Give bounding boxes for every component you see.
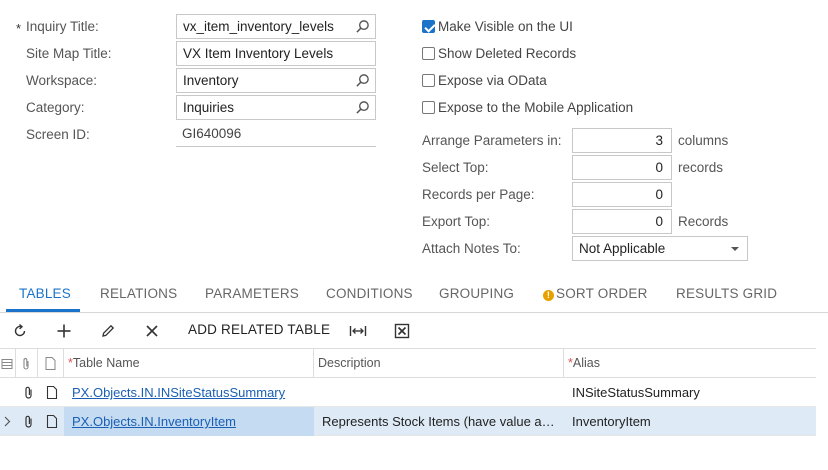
chevron-right-icon (4, 416, 11, 427)
description-header[interactable]: Description (314, 349, 564, 378)
grid-settings-icon (1, 359, 13, 369)
site-map-title-field[interactable]: VX Item Inventory Levels (176, 41, 376, 66)
show-deleted-label: Show Deleted Records (438, 46, 577, 61)
table-name-header[interactable]: *Table Name (64, 349, 314, 378)
export-excel-button[interactable] (390, 320, 414, 342)
edit-button[interactable] (96, 320, 120, 342)
tab-conditions[interactable]: CONDITIONS (326, 286, 413, 301)
plus-icon (57, 324, 71, 338)
tab-bar: TABLES RELATIONS PARAMETERS CONDITIONS G… (0, 276, 828, 313)
add-row-button[interactable] (52, 320, 76, 342)
expose-odata-label: Expose via OData (438, 73, 547, 88)
screen-id-field: GI640096 (176, 122, 376, 147)
arrange-params-unit: columns (678, 133, 729, 148)
export-top-value: 0 (655, 214, 663, 229)
tab-sort-order-label: SORT ORDER (556, 286, 648, 301)
tab-relations[interactable]: RELATIONS (100, 286, 177, 301)
search-icon[interactable] (355, 73, 370, 88)
paperclip-icon[interactable] (23, 386, 35, 399)
x-icon (146, 325, 158, 337)
required-marker: * (16, 21, 22, 36)
document-icon (45, 357, 56, 370)
category-value: Inquiries (183, 100, 235, 115)
inquiry-title-label: Inquiry Title: (26, 19, 99, 34)
attach-notes-select[interactable]: Not Applicable (572, 236, 748, 261)
make-visible-checkbox[interactable] (422, 20, 435, 33)
records-per-page-value: 0 (655, 187, 663, 202)
category-label: Category: (26, 100, 85, 115)
description-cell[interactable]: Represents Stock Items (have value a… (322, 407, 558, 436)
workspace-label: Workspace: (26, 73, 98, 88)
refresh-icon (14, 323, 26, 337)
alias-cell[interactable]: INSiteStatusSummary (572, 378, 812, 407)
fit-width-button[interactable] (346, 320, 370, 342)
paperclip-icon[interactable] (23, 415, 35, 428)
inquiry-title-value: vx_item_inventory_levels (183, 19, 334, 34)
grid-header: *Table Name Description *Alias (0, 348, 816, 378)
table-row[interactable]: PX.Objects.IN.InventoryItem Represents S… (0, 407, 816, 436)
records-per-page-label: Records per Page: (422, 187, 535, 202)
excel-export-icon (394, 323, 410, 339)
search-icon[interactable] (355, 19, 370, 34)
pencil-icon (102, 324, 115, 337)
export-top-label: Export Top: (422, 214, 491, 229)
export-top-input[interactable]: 0 (572, 209, 672, 234)
arrange-params-value: 3 (655, 133, 663, 148)
export-top-unit: Records (678, 214, 729, 229)
site-map-title-value: VX Item Inventory Levels (183, 46, 334, 61)
warning-icon: ! (543, 290, 554, 301)
expose-odata-checkbox[interactable] (422, 74, 435, 87)
make-visible-label: Make Visible on the UI (438, 19, 573, 34)
tab-parameters[interactable]: PARAMETERS (205, 286, 299, 301)
table-name-cell[interactable]: PX.Objects.IN.INSiteStatusSummary (72, 378, 312, 407)
select-top-unit: records (678, 160, 724, 175)
chevron-down-icon (731, 247, 739, 251)
table-name-cell[interactable]: PX.Objects.IN.InventoryItem (64, 407, 314, 436)
arrange-params-label: Arrange Parameters in: (422, 133, 562, 148)
delete-row-button[interactable] (140, 320, 164, 342)
description-header-label: Description (318, 356, 381, 370)
grid-toolbar: ADD RELATED TABLE (0, 314, 828, 348)
attach-notes-label: Attach Notes To: (422, 241, 521, 256)
attachments-header (16, 349, 38, 378)
table-name-header-label: Table Name (72, 356, 140, 370)
alias-cell[interactable]: InventoryItem (572, 407, 812, 436)
add-related-table-button[interactable]: ADD RELATED TABLE (188, 322, 330, 337)
screen-id-label: Screen ID: (26, 127, 90, 142)
note-icon[interactable] (46, 415, 58, 428)
tab-sort-order[interactable]: ! SORT ORDER (543, 286, 648, 301)
alias-header-label: Alias (572, 356, 600, 370)
expose-mobile-label: Expose to the Mobile Application (438, 100, 634, 115)
tab-results-grid[interactable]: RESULTS GRID (676, 286, 777, 301)
attach-notes-value: Not Applicable (579, 241, 666, 256)
records-per-page-input[interactable]: 0 (572, 182, 672, 207)
category-field[interactable]: Inquiries (176, 95, 376, 120)
inquiry-title-field[interactable]: vx_item_inventory_levels (176, 14, 376, 39)
workspace-field[interactable]: Inventory (176, 68, 376, 93)
table-name-link[interactable]: PX.Objects.IN.InventoryItem (72, 414, 236, 429)
show-deleted-checkbox[interactable] (422, 47, 435, 60)
table-name-link[interactable]: PX.Objects.IN.INSiteStatusSummary (72, 385, 285, 400)
expose-mobile-checkbox[interactable] (422, 101, 435, 114)
tab-grouping[interactable]: GROUPING (439, 286, 514, 301)
paperclip-icon (23, 358, 29, 370)
search-icon[interactable] (355, 100, 370, 115)
site-map-title-label: Site Map Title: (26, 46, 112, 61)
fit-width-icon (349, 326, 367, 336)
column-settings-header[interactable] (0, 349, 16, 378)
description-cell[interactable] (322, 378, 562, 407)
select-top-value: 0 (655, 160, 663, 175)
note-icon[interactable] (46, 386, 58, 399)
alias-header[interactable]: *Alias (564, 349, 816, 378)
refresh-button[interactable] (8, 320, 32, 342)
arrange-params-input[interactable]: 3 (572, 128, 672, 153)
select-top-label: Select Top: (422, 160, 489, 175)
table-row[interactable]: PX.Objects.IN.INSiteStatusSummary INSite… (0, 378, 816, 407)
active-tab-indicator (6, 309, 80, 312)
notes-header (38, 349, 64, 378)
workspace-value: Inventory (183, 73, 239, 88)
select-top-input[interactable]: 0 (572, 155, 672, 180)
screen-id-value: GI640096 (182, 126, 242, 141)
tab-tables[interactable]: TABLES (19, 286, 71, 301)
